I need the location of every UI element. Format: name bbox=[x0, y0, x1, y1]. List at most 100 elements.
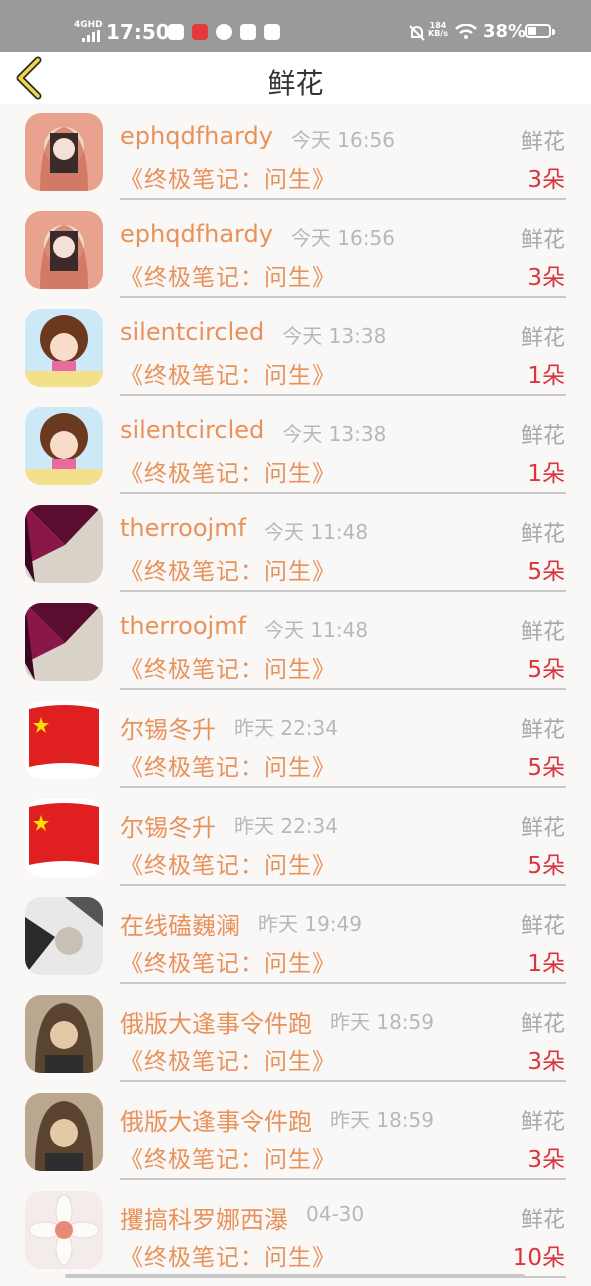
app-notification-icon bbox=[168, 24, 184, 40]
row-divider bbox=[120, 1178, 566, 1180]
battery-percent: 38% bbox=[483, 21, 527, 42]
book-title[interactable]: 《终极笔记：问生》 bbox=[120, 846, 336, 880]
gift-time: 今天 16:56 bbox=[290, 128, 395, 152]
gift-time: 今天 11:48 bbox=[264, 618, 369, 642]
app-notification-icon bbox=[264, 24, 280, 40]
gift-time: 今天 13:38 bbox=[282, 422, 387, 446]
user-name[interactable]: 俄版大逢事令件跑 bbox=[120, 1102, 312, 1137]
gift-count: 3朵 bbox=[527, 265, 565, 291]
gift-record-row[interactable]: ephqdfhardy 今天 16:56 《终极笔记：问生》 鲜花 3朵 bbox=[0, 110, 591, 208]
network-type: 4GHD bbox=[74, 20, 103, 30]
page-title: 鲜花 bbox=[267, 67, 324, 100]
avatar[interactable] bbox=[25, 1093, 103, 1171]
gift-record-row[interactable]: 在线磕巍澜 昨天 19:49 《终极笔记：问生》 鲜花 1朵 bbox=[0, 894, 591, 992]
gift-record-row[interactable]: ephqdfhardy 今天 16:56 《终极笔记：问生》 鲜花 3朵 bbox=[0, 208, 591, 306]
gift-time: 04-30 bbox=[306, 1202, 365, 1226]
gift-count: 1朵 bbox=[527, 951, 565, 977]
book-title[interactable]: 《终极笔记：问生》 bbox=[120, 1140, 336, 1174]
avatar[interactable] bbox=[25, 211, 103, 289]
gift-time: 昨天 22:34 bbox=[234, 814, 338, 838]
gift-count: 5朵 bbox=[527, 755, 565, 781]
gift-count: 5朵 bbox=[527, 657, 565, 683]
book-title[interactable]: 《终极笔记：问生》 bbox=[120, 160, 336, 194]
user-name[interactable]: silentcircled bbox=[120, 416, 264, 444]
home-indicator bbox=[65, 1274, 525, 1278]
avatar[interactable] bbox=[25, 407, 103, 485]
row-divider bbox=[120, 394, 566, 396]
avatar[interactable] bbox=[25, 995, 103, 1073]
avatar[interactable] bbox=[25, 1191, 103, 1269]
user-name[interactable]: 在线磕巍澜 bbox=[120, 906, 240, 941]
row-divider bbox=[120, 492, 566, 494]
avatar[interactable] bbox=[25, 603, 103, 681]
gift-record-row[interactable]: therroojmf 今天 11:48 《终极笔记：问生》 鲜花 5朵 bbox=[0, 600, 591, 698]
book-title[interactable]: 《终极笔记：问生》 bbox=[120, 454, 336, 488]
avatar[interactable] bbox=[25, 897, 103, 975]
book-title[interactable]: 《终极笔记：问生》 bbox=[120, 1238, 336, 1272]
gift-type: 鲜花 bbox=[520, 522, 565, 547]
gift-type: 鲜花 bbox=[520, 718, 565, 743]
avatar[interactable] bbox=[25, 113, 103, 191]
gift-record-row[interactable]: 俄版大逢事令件跑 昨天 18:59 《终极笔记：问生》 鲜花 3朵 bbox=[0, 1090, 591, 1188]
gift-count: 5朵 bbox=[527, 559, 565, 585]
row-divider bbox=[120, 688, 566, 690]
avatar[interactable] bbox=[25, 701, 103, 779]
wifi-icon bbox=[455, 24, 477, 39]
user-name[interactable]: 尔锡冬升 bbox=[120, 808, 216, 843]
book-title[interactable]: 《终极笔记：问生》 bbox=[120, 1042, 336, 1076]
book-title[interactable]: 《终极笔记：问生》 bbox=[120, 356, 336, 390]
user-name[interactable]: therroojmf bbox=[120, 514, 246, 542]
user-name[interactable]: silentcircled bbox=[120, 318, 264, 346]
signal-icon bbox=[82, 30, 102, 42]
user-name[interactable]: 尔锡冬升 bbox=[120, 710, 216, 745]
gift-record-row[interactable]: silentcircled 今天 13:38 《终极笔记：问生》 鲜花 1朵 bbox=[0, 306, 591, 404]
gift-type: 鲜花 bbox=[520, 130, 565, 155]
row-divider bbox=[120, 296, 566, 298]
gift-type: 鲜花 bbox=[520, 424, 565, 449]
status-time: 17:50 bbox=[106, 20, 170, 44]
gift-time: 昨天 19:49 bbox=[258, 912, 362, 936]
row-divider bbox=[120, 786, 566, 788]
row-divider bbox=[120, 590, 566, 592]
battery-icon bbox=[525, 24, 551, 38]
mute-icon bbox=[409, 25, 425, 41]
avatar[interactable] bbox=[25, 309, 103, 387]
book-title[interactable]: 《终极笔记：问生》 bbox=[120, 748, 336, 782]
user-name[interactable]: 俄版大逢事令件跑 bbox=[120, 1004, 312, 1039]
book-title[interactable]: 《终极笔记：问生》 bbox=[120, 944, 336, 978]
gift-type: 鲜花 bbox=[520, 620, 565, 645]
gift-type: 鲜花 bbox=[520, 816, 565, 841]
gift-type: 鲜花 bbox=[520, 914, 565, 939]
gift-type: 鲜花 bbox=[520, 1110, 565, 1135]
gift-type: 鲜花 bbox=[520, 326, 565, 351]
gift-type: 鲜花 bbox=[520, 1012, 565, 1037]
gift-count: 1朵 bbox=[527, 363, 565, 389]
avatar[interactable] bbox=[25, 799, 103, 877]
gift-type: 鲜花 bbox=[520, 1208, 565, 1233]
book-title[interactable]: 《终极笔记：问生》 bbox=[120, 258, 336, 292]
row-divider bbox=[120, 982, 566, 984]
gift-record-row[interactable]: 尔锡冬升 昨天 22:34 《终极笔记：问生》 鲜花 5朵 bbox=[0, 698, 591, 796]
gift-time: 昨天 22:34 bbox=[234, 716, 338, 740]
user-name[interactable]: 攫搞科罗娜西瀑 bbox=[120, 1200, 288, 1235]
gift-count: 5朵 bbox=[527, 853, 565, 879]
gift-record-row[interactable]: silentcircled 今天 13:38 《终极笔记：问生》 鲜花 1朵 bbox=[0, 404, 591, 502]
net-speed: 184 KB/s bbox=[428, 22, 448, 38]
user-name[interactable]: ephqdfhardy bbox=[120, 220, 273, 248]
book-title[interactable]: 《终极笔记：问生》 bbox=[120, 552, 336, 586]
gift-count: 3朵 bbox=[527, 167, 565, 193]
row-divider bbox=[120, 198, 566, 200]
net-speed-unit: KB/s bbox=[428, 29, 448, 38]
gift-record-row[interactable]: 尔锡冬升 昨天 22:34 《终极笔记：问生》 鲜花 5朵 bbox=[0, 796, 591, 894]
gift-record-row[interactable]: therroojmf 今天 11:48 《终极笔记：问生》 鲜花 5朵 bbox=[0, 502, 591, 600]
gift-record-row[interactable]: 俄版大逢事令件跑 昨天 18:59 《终极笔记：问生》 鲜花 3朵 bbox=[0, 992, 591, 1090]
message-icon bbox=[216, 24, 232, 40]
gift-record-row[interactable]: 攫搞科罗娜西瀑 04-30 《终极笔记：问生》 鲜花 10朵 bbox=[0, 1188, 591, 1286]
gift-time: 今天 11:48 bbox=[264, 520, 369, 544]
row-divider bbox=[120, 1080, 566, 1082]
user-name[interactable]: therroojmf bbox=[120, 612, 246, 640]
book-title[interactable]: 《终极笔记：问生》 bbox=[120, 650, 336, 684]
gift-count: 3朵 bbox=[527, 1147, 565, 1173]
avatar[interactable] bbox=[25, 505, 103, 583]
user-name[interactable]: ephqdfhardy bbox=[120, 122, 273, 150]
